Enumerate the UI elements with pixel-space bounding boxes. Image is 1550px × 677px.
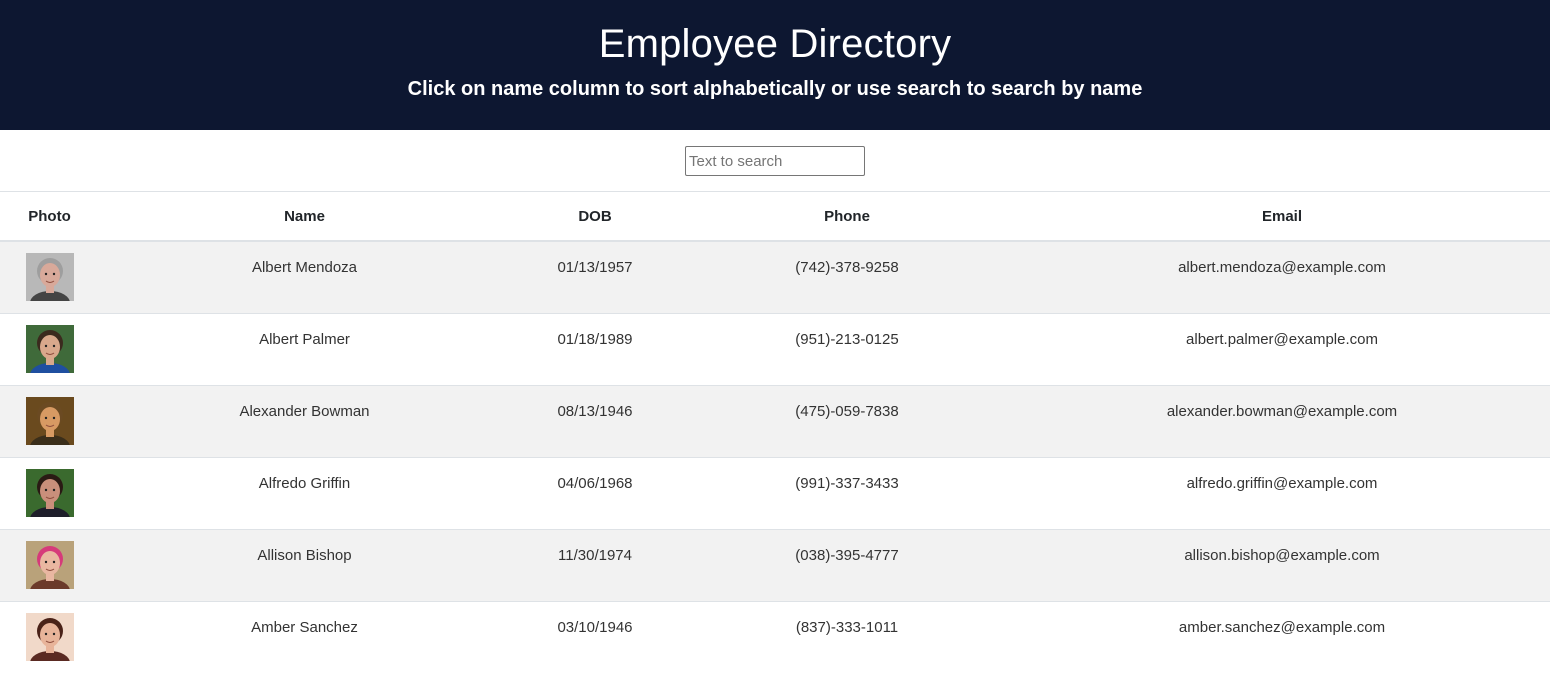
avatar	[25, 253, 74, 301]
avatar-portrait	[25, 612, 74, 661]
avatar-eye-left	[44, 560, 47, 563]
table-body: Albert Mendoza 01/13/1957 (742)-378-9258…	[0, 241, 1550, 673]
employee-phone: (038)-395-4777	[680, 528, 1014, 601]
column-header-name[interactable]: Name	[99, 192, 510, 242]
employee-phone: (475)-059-7838	[680, 384, 1014, 457]
employee-name: Albert Mendoza	[251, 259, 358, 276]
avatar-eye-right	[52, 632, 55, 635]
employee-phone: (742)-378-9258	[795, 259, 899, 276]
column-header-email: Email	[1014, 192, 1550, 242]
search-input[interactable]	[685, 146, 865, 176]
table-row: Alexander Bowman 08/13/1946 (475)-059-78…	[0, 384, 1550, 457]
avatar-eye-right	[52, 416, 55, 419]
employee-name: Allison Bishop	[99, 528, 510, 601]
employee-name: Alexander Bowman	[99, 384, 510, 457]
employee-phone: (951)-213-0125	[680, 312, 1014, 385]
avatar	[25, 612, 74, 661]
avatar	[25, 540, 74, 589]
employee-name: Amber Sanchez	[99, 600, 510, 673]
employee-dob: 03/10/1946	[510, 600, 680, 673]
column-header-photo: Photo	[0, 192, 99, 242]
column-header-dob: DOB	[510, 192, 680, 242]
employee-table: Photo Name DOB Phone Email Albert Mendoz…	[0, 192, 1550, 673]
avatar-face	[39, 622, 60, 647]
column-header-phone: Phone	[680, 192, 1014, 242]
avatar-eye-right	[52, 560, 55, 563]
avatar	[25, 468, 74, 517]
employee-email: amber.sanchez@example.com	[1014, 600, 1550, 673]
avatar-eye-left	[44, 416, 47, 419]
table-row: Albert Palmer 01/18/1989 (951)-213-0125 …	[0, 312, 1550, 385]
page-title: Employee Directory	[598, 22, 952, 66]
employee-phone: (991)-337-3433	[680, 456, 1014, 529]
table-row: Alfredo Griffin 04/06/1968 (991)-337-343…	[0, 456, 1550, 529]
page-subtitle: Click on name column to sort alphabetica…	[407, 78, 1143, 100]
avatar-eye-left	[44, 632, 47, 635]
table-row: Albert Mendoza 01/13/1957 (742)-378-9258…	[0, 241, 1550, 313]
avatar-face	[39, 334, 60, 359]
table-row: Allison Bishop 11/30/1974 (038)-395-4777…	[0, 528, 1550, 601]
search-bar	[0, 130, 1550, 192]
avatar-face	[39, 263, 60, 287]
employee-phone: (837)-333-1011	[680, 600, 1014, 673]
employee-dob: 04/06/1968	[510, 456, 680, 529]
avatar-eye-right	[52, 488, 55, 491]
avatar-eye-left	[44, 272, 47, 276]
avatar-eye-left	[44, 344, 47, 347]
employee-email: alexander.bowman@example.com	[1014, 384, 1550, 457]
employee-dob: 01/13/1957	[557, 259, 633, 276]
avatar-portrait	[25, 253, 74, 301]
avatar-eye-right	[52, 344, 55, 347]
avatar	[25, 396, 74, 445]
employee-email: alfredo.griffin@example.com	[1014, 456, 1550, 529]
avatar-eye-right	[52, 272, 55, 276]
table-row: Amber Sanchez 03/10/1946 (837)-333-1011 …	[0, 600, 1550, 673]
avatar-portrait	[25, 468, 74, 517]
table-header: Photo Name DOB Phone Email	[0, 192, 1550, 242]
table-header-row: Photo Name DOB Phone Email	[0, 192, 1550, 242]
page-header: Employee Directory Click on name column …	[0, 0, 1550, 130]
avatar-eye-left	[44, 488, 47, 491]
employee-dob: 11/30/1974	[510, 528, 680, 601]
avatar-face	[39, 550, 60, 575]
avatar-face	[39, 478, 60, 503]
employee-dob: 08/13/1946	[510, 384, 680, 457]
employee-email: allison.bishop@example.com	[1014, 528, 1550, 601]
avatar-portrait	[25, 396, 74, 445]
avatar	[25, 324, 74, 373]
avatar-portrait	[25, 324, 74, 373]
employee-name: Alfredo Griffin	[99, 456, 510, 529]
avatar-face	[39, 406, 60, 431]
avatar-portrait	[25, 540, 74, 589]
employee-name: Albert Palmer	[99, 312, 510, 385]
employee-email: albert.palmer@example.com	[1014, 312, 1550, 385]
employee-dob: 01/18/1989	[510, 312, 680, 385]
employee-email: albert.mendoza@example.com	[1178, 259, 1386, 276]
